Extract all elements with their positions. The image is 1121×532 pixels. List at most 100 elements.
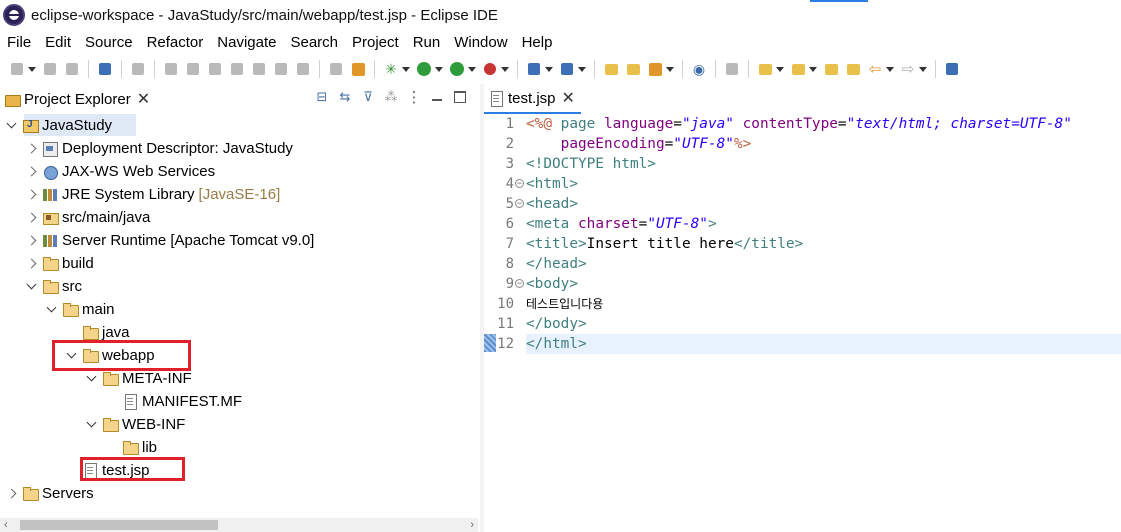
menu-edit[interactable]: Edit bbox=[38, 34, 78, 51]
tree-item-manifest[interactable]: MANIFEST.MF bbox=[0, 390, 478, 412]
previous-annotation-icon[interactable] bbox=[790, 61, 806, 77]
filter-icon[interactable]: ⊽ bbox=[360, 89, 376, 105]
tree-item-javastudy[interactable]: JavaStudy bbox=[0, 114, 478, 136]
collapse-all-icon[interactable]: ⊟ bbox=[314, 89, 330, 105]
menu-help[interactable]: Help bbox=[515, 34, 560, 51]
collapse-chevron-icon[interactable] bbox=[84, 371, 98, 385]
horizontal-scrollbar[interactable]: ‹ › bbox=[0, 518, 478, 532]
tree-item-src[interactable]: src bbox=[0, 275, 478, 297]
debug-icon[interactable] bbox=[383, 61, 399, 77]
back-icon[interactable] bbox=[867, 61, 883, 77]
new-class-icon[interactable] bbox=[559, 61, 575, 77]
more-options-icon[interactable] bbox=[406, 89, 422, 105]
menu-run[interactable]: Run bbox=[406, 34, 448, 51]
collapse-chevron-icon[interactable] bbox=[4, 118, 18, 132]
code-line-3[interactable]: <!DOCTYPE html> bbox=[526, 154, 1121, 174]
search-dropdown-icon[interactable] bbox=[666, 61, 674, 77]
terminal-icon[interactable] bbox=[97, 61, 113, 77]
step-over-icon[interactable] bbox=[273, 61, 289, 77]
close-icon[interactable]: ✕ bbox=[562, 88, 575, 108]
tree-item-servers[interactable]: Servers bbox=[0, 482, 478, 504]
collapse-chevron-icon[interactable] bbox=[64, 348, 78, 362]
expand-chevron-icon[interactable] bbox=[24, 210, 38, 224]
tab-project-explorer[interactable]: Project Explorer ✕ bbox=[0, 84, 150, 114]
ant-icon[interactable] bbox=[350, 61, 366, 77]
forward-history-icon[interactable] bbox=[845, 61, 861, 77]
save-all-icon[interactable] bbox=[64, 61, 80, 77]
suspend-icon[interactable] bbox=[185, 61, 201, 77]
step-into-icon[interactable] bbox=[251, 61, 267, 77]
collapse-chevron-icon[interactable] bbox=[84, 417, 98, 431]
browser-icon[interactable] bbox=[691, 61, 707, 77]
menu-refactor[interactable]: Refactor bbox=[140, 34, 211, 51]
tree-item-src-main-java[interactable]: src/main/java bbox=[0, 206, 478, 228]
code-line-4[interactable]: <html> bbox=[526, 174, 1121, 194]
terminate-icon[interactable] bbox=[207, 61, 223, 77]
code-line-2[interactable]: pageEncoding="UTF-8"%> bbox=[526, 134, 1121, 154]
run-dropdown-icon[interactable] bbox=[435, 61, 443, 77]
skip-breakpoints-icon[interactable] bbox=[130, 61, 146, 77]
tree-item-build[interactable]: build bbox=[0, 252, 478, 274]
minimize-icon[interactable] bbox=[429, 89, 445, 105]
tree-item-lib[interactable]: lib bbox=[0, 436, 478, 458]
tree-item-main[interactable]: main bbox=[0, 298, 478, 320]
mark-occurrences-icon[interactable] bbox=[724, 61, 740, 77]
code-line-8[interactable]: </head> bbox=[526, 254, 1121, 274]
collapse-chevron-icon[interactable] bbox=[24, 279, 38, 293]
expand-chevron-icon[interactable] bbox=[24, 256, 38, 270]
step-return-icon[interactable] bbox=[295, 61, 311, 77]
collapse-chevron-icon[interactable] bbox=[44, 302, 58, 316]
next-annotation-icon[interactable] bbox=[757, 61, 773, 77]
tree-item-jre-library[interactable]: JRE System Library [JavaSE-16] bbox=[0, 183, 478, 205]
tree-item-server-runtime[interactable]: Server Runtime [Apache Tomcat v9.0] bbox=[0, 229, 478, 251]
forward-icon[interactable] bbox=[900, 61, 916, 77]
tree-item-test-jsp[interactable]: test.jsp bbox=[0, 459, 478, 481]
maximize-icon[interactable] bbox=[452, 89, 468, 105]
open-perspective-icon[interactable] bbox=[944, 61, 960, 77]
search-icon[interactable] bbox=[647, 61, 663, 77]
menu-file[interactable]: File bbox=[0, 34, 38, 51]
code-line-9[interactable]: <body> bbox=[526, 274, 1121, 294]
code-lines[interactable]: <%@ page language="java" contentType="te… bbox=[526, 114, 1121, 532]
tree-item-deployment-descriptor[interactable]: Deployment Descriptor: JavaStudy bbox=[0, 137, 478, 159]
new-java-project-icon[interactable] bbox=[526, 61, 542, 77]
expand-chevron-icon[interactable] bbox=[24, 164, 38, 178]
menu-search[interactable]: Search bbox=[283, 34, 345, 51]
fold-toggle-icon[interactable]: − bbox=[515, 179, 524, 188]
close-icon[interactable]: ✕ bbox=[137, 89, 150, 109]
toggle-comment-icon[interactable] bbox=[328, 61, 344, 77]
menu-source[interactable]: Source bbox=[78, 34, 140, 51]
run-icon[interactable] bbox=[416, 61, 432, 77]
scroll-right-icon[interactable]: › bbox=[470, 519, 474, 531]
external-tools-icon[interactable] bbox=[482, 61, 498, 77]
tree-item-java[interactable]: java bbox=[0, 321, 478, 343]
save-icon[interactable] bbox=[42, 61, 58, 77]
back-dropdown-icon[interactable] bbox=[886, 61, 894, 77]
new-icon[interactable] bbox=[9, 61, 25, 77]
debug-dropdown-icon[interactable] bbox=[402, 61, 410, 77]
new-dropdown-icon[interactable] bbox=[28, 61, 36, 77]
fold-toggle-icon[interactable]: − bbox=[515, 279, 524, 288]
code-line-10[interactable]: 테스트입니다용 bbox=[526, 294, 1121, 314]
tree-item-webapp[interactable]: webapp bbox=[0, 344, 478, 366]
menu-window[interactable]: Window bbox=[447, 34, 514, 51]
link-with-editor-icon[interactable]: ⇆ bbox=[337, 89, 353, 105]
tree-item-meta-inf[interactable]: META-INF bbox=[0, 367, 478, 389]
code-line-5[interactable]: <head> bbox=[526, 194, 1121, 214]
code-line-1[interactable]: <%@ page language="java" contentType="te… bbox=[526, 114, 1121, 134]
view-menu-icon[interactable]: ⁂ bbox=[383, 89, 399, 105]
last-edit-location-icon[interactable] bbox=[823, 61, 839, 77]
scroll-left-icon[interactable]: ‹ bbox=[4, 519, 8, 531]
next-annotation-dropdown-icon[interactable] bbox=[776, 61, 784, 77]
tree-item-web-inf[interactable]: WEB-INF bbox=[0, 413, 478, 435]
code-line-11[interactable]: </body> bbox=[526, 314, 1121, 334]
new-class-dropdown-icon[interactable] bbox=[578, 61, 586, 77]
open-type-icon[interactable] bbox=[603, 61, 619, 77]
open-task-icon[interactable] bbox=[625, 61, 641, 77]
disconnect-icon[interactable] bbox=[229, 61, 245, 77]
scrollbar-thumb[interactable] bbox=[20, 520, 218, 530]
code-line-6[interactable]: <meta charset="UTF-8"> bbox=[526, 214, 1121, 234]
coverage-icon[interactable] bbox=[449, 61, 465, 77]
menu-project[interactable]: Project bbox=[345, 34, 406, 51]
menu-navigate[interactable]: Navigate bbox=[210, 34, 283, 51]
